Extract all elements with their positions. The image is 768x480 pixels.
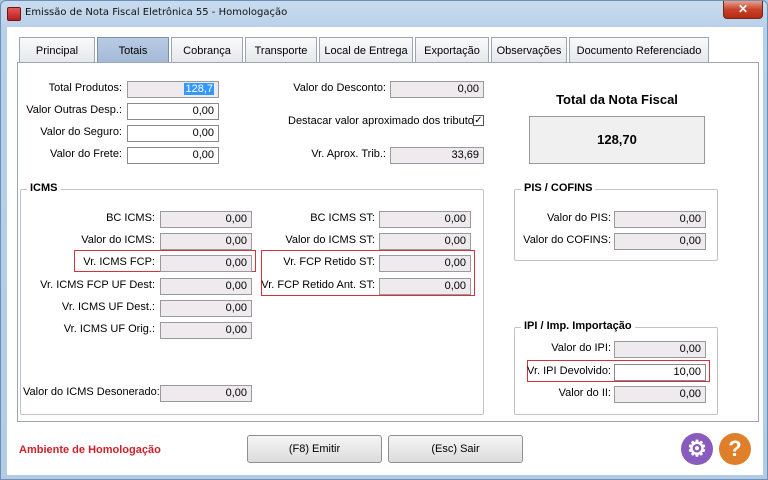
vr-fcp-retido-ant-st-field[interactable]: 0,00 <box>379 278 471 295</box>
tab-local-de-entrega[interactable]: Local de Entrega <box>319 37 413 63</box>
bc-icms-label: BC ICMS: <box>106 212 155 224</box>
title-bar: Emissão de Nota Fiscal Eletrônica 55 - H… <box>1 1 767 27</box>
close-button[interactable]: ✕ <box>723 1 763 19</box>
valor-seguro-field[interactable]: 0,00 <box>127 125 219 142</box>
destacar-tributos-checkbox[interactable]: ✓ <box>473 115 484 126</box>
valor-icms-desonerado-label: Valor do ICMS Desonerado: <box>23 386 160 398</box>
valor-icms-st-field[interactable]: 0,00 <box>379 233 471 250</box>
valor-desconto-label: Valor do Desconto: <box>293 82 386 94</box>
pis-cofins-group-title: PIS / COFINS <box>521 182 596 194</box>
ipi-group-title: IPI / Imp. Importação <box>521 320 635 332</box>
tab-exportacao[interactable]: Exportação <box>415 37 489 63</box>
valor-icms-desonerado-field[interactable]: 0,00 <box>160 385 252 402</box>
vr-fcp-retido-st-field[interactable]: 0,00 <box>379 255 471 272</box>
environment-label: Ambiente de Homologação <box>19 444 161 456</box>
vr-fcp-retido-ant-st-label: Vr. FCP Retido Ant. ST: <box>261 279 375 291</box>
vr-icms-fcp-uf-dest-field[interactable]: 0,00 <box>160 278 252 295</box>
valor-cofins-label: Valor do COFINS: <box>523 234 611 246</box>
total-produtos-label: Total Produtos: <box>48 82 122 94</box>
total-produtos-field[interactable]: 128,7 <box>127 81 219 98</box>
tab-cobranca[interactable]: Cobrança <box>171 37 243 63</box>
valor-ipi-field[interactable]: 0,00 <box>614 341 706 358</box>
valor-ii-label: Valor do II: <box>558 387 611 399</box>
bc-icms-st-field[interactable]: 0,00 <box>379 211 471 228</box>
total-nota-title: Total da Nota Fiscal <box>556 92 678 107</box>
help-icon[interactable]: ? <box>719 433 751 465</box>
vr-icms-fcp-field[interactable]: 0,00 <box>160 255 252 272</box>
tab-documento-referenciado[interactable]: Documento Referenciado <box>569 37 709 63</box>
total-nota-value: 128,70 <box>529 116 705 164</box>
gear-icon[interactable]: ⚙ <box>681 433 713 465</box>
valor-frete-label: Valor do Frete: <box>50 148 122 160</box>
sair-button[interactable]: (Esc) Sair <box>388 435 523 463</box>
icms-group-title: ICMS <box>27 182 61 194</box>
valor-desconto-field[interactable]: 0,00 <box>390 81 484 98</box>
totais-panel: Total Produtos: 128,7 Valor Outras Desp.… <box>17 62 759 422</box>
destacar-tributos-label: Destacar valor aproximado dos tributos <box>288 115 480 127</box>
bc-icms-st-label: BC ICMS ST: <box>310 212 375 224</box>
valor-icms-st-label: Valor do ICMS ST: <box>285 234 375 246</box>
valor-cofins-field[interactable]: 0,00 <box>614 233 706 250</box>
valor-pis-field[interactable]: 0,00 <box>614 211 706 228</box>
vr-ipi-devolvido-field[interactable]: 10,00 <box>614 364 706 381</box>
tab-transporte[interactable]: Transporte <box>245 37 317 63</box>
valor-outras-desp-label: Valor Outras Desp.: <box>26 104 122 116</box>
vr-icms-uf-orig-label: Vr. ICMS UF Orig.: <box>63 323 155 335</box>
tab-totais[interactable]: Totais <box>97 37 169 63</box>
vr-aprox-trib-label: Vr. Aprox. Trib.: <box>311 148 386 160</box>
valor-frete-field[interactable]: 0,00 <box>127 147 219 164</box>
tab-strip: Principal Totais Cobrança Transporte Loc… <box>19 37 711 63</box>
app-icon <box>7 7 21 21</box>
vr-icms-uf-dest-label: Vr. ICMS UF Dest.: <box>61 301 155 313</box>
valor-icms-field[interactable]: 0,00 <box>160 233 252 250</box>
tab-principal[interactable]: Principal <box>19 37 95 63</box>
vr-icms-fcp-label: Vr. ICMS FCP: <box>83 256 155 268</box>
ipi-group: IPI / Imp. Importação Valor do IPI: 0,00… <box>514 320 718 415</box>
valor-seguro-label: Valor do Seguro: <box>40 126 122 138</box>
vr-icms-uf-dest-field[interactable]: 0,00 <box>160 300 252 317</box>
emitir-button[interactable]: (F8) Emitir <box>247 435 382 463</box>
vr-aprox-trib-field[interactable]: 33,69 <box>390 147 484 164</box>
vr-icms-fcp-uf-dest-label: Vr. ICMS FCP UF Dest: <box>40 279 155 291</box>
client-area: Principal Totais Cobrança Transporte Loc… <box>7 27 763 475</box>
valor-ipi-label: Valor do IPI: <box>551 342 611 354</box>
pis-cofins-group: PIS / COFINS Valor do PIS: 0,00 Valor do… <box>514 182 718 261</box>
vr-icms-uf-orig-field[interactable]: 0,00 <box>160 322 252 339</box>
valor-pis-label: Valor do PIS: <box>547 212 611 224</box>
valor-icms-label: Valor do ICMS: <box>81 234 155 246</box>
window-title: Emissão de Nota Fiscal Eletrônica 55 - H… <box>25 7 288 18</box>
vr-fcp-retido-st-label: Vr. FCP Retido ST: <box>283 256 375 268</box>
valor-ii-field[interactable]: 0,00 <box>614 386 706 403</box>
app-window: Emissão de Nota Fiscal Eletrônica 55 - H… <box>0 0 768 480</box>
vr-ipi-devolvido-label: Vr. IPI Devolvido: <box>527 365 611 377</box>
bc-icms-field[interactable]: 0,00 <box>160 211 252 228</box>
valor-outras-desp-field[interactable]: 0,00 <box>127 103 219 120</box>
icms-group: ICMS BC ICMS: 0,00 Valor do ICMS: 0,00 V… <box>20 182 484 415</box>
tab-observacoes[interactable]: Observações <box>491 37 567 63</box>
